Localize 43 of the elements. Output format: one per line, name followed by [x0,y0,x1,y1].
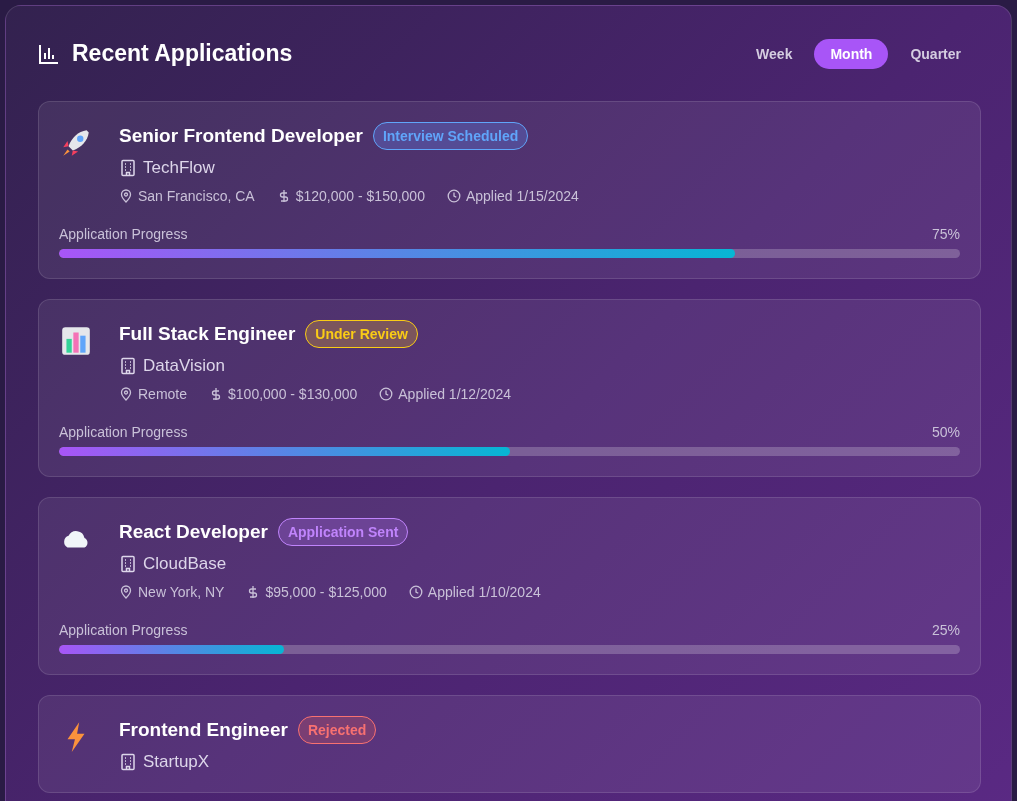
building-icon [119,753,137,771]
period-tab[interactable]: Week [740,38,809,69]
job-title: Senior Frontend Developer [119,125,363,147]
job-title: Frontend Engineer [119,719,288,741]
location-pin-icon [119,189,133,203]
clock-icon [408,585,423,599]
status-badge: Interview Scheduled [372,122,529,150]
progress-label: Application Progress [59,226,188,242]
status-badge: Application Sent [277,518,409,546]
status-badge: Rejected [297,716,377,744]
job-location: New York, NY [138,584,225,600]
job-location: San Francisco, CA [138,188,255,204]
company-name: StartupX [143,752,210,772]
clock-icon [446,189,461,203]
building-icon [119,555,137,573]
period-tab[interactable]: Quarter [894,38,977,69]
status-badge: Under Review [305,320,418,348]
salary-range: $95,000 - $125,000 [265,584,387,600]
bar-chart-icon [38,42,60,65]
clock-icon [379,387,394,401]
bar-chart-icon [59,324,93,358]
applied-date: Applied 1/15/2024 [465,188,579,204]
progress-percent: 75% [931,226,960,242]
company-name: CloudBase [143,554,227,574]
applied-date: Applied 1/12/2024 [398,386,512,402]
job-title: Full Stack Engineer [119,323,296,345]
building-icon [119,357,137,375]
progress-percent: 50% [931,424,960,440]
job-location: Remote [138,386,188,402]
location-pin-icon [119,585,133,599]
progress-percent: 25% [931,622,960,638]
company-name: TechFlow [143,158,215,178]
job-title: React Developer [119,521,268,543]
progress-label: Application Progress [59,424,188,440]
progress-label: Application Progress [59,622,188,638]
salary-range: $120,000 - $150,000 [295,188,425,204]
section-title: Recent Applications [72,40,293,67]
applied-date: Applied 1/10/2024 [427,584,541,600]
salary-range: $100,000 - $130,000 [228,386,358,402]
location-pin-icon [119,387,133,401]
period-tab[interactable]: Month [814,38,889,69]
company-name: DataVision [143,356,225,376]
building-icon [119,159,137,177]
